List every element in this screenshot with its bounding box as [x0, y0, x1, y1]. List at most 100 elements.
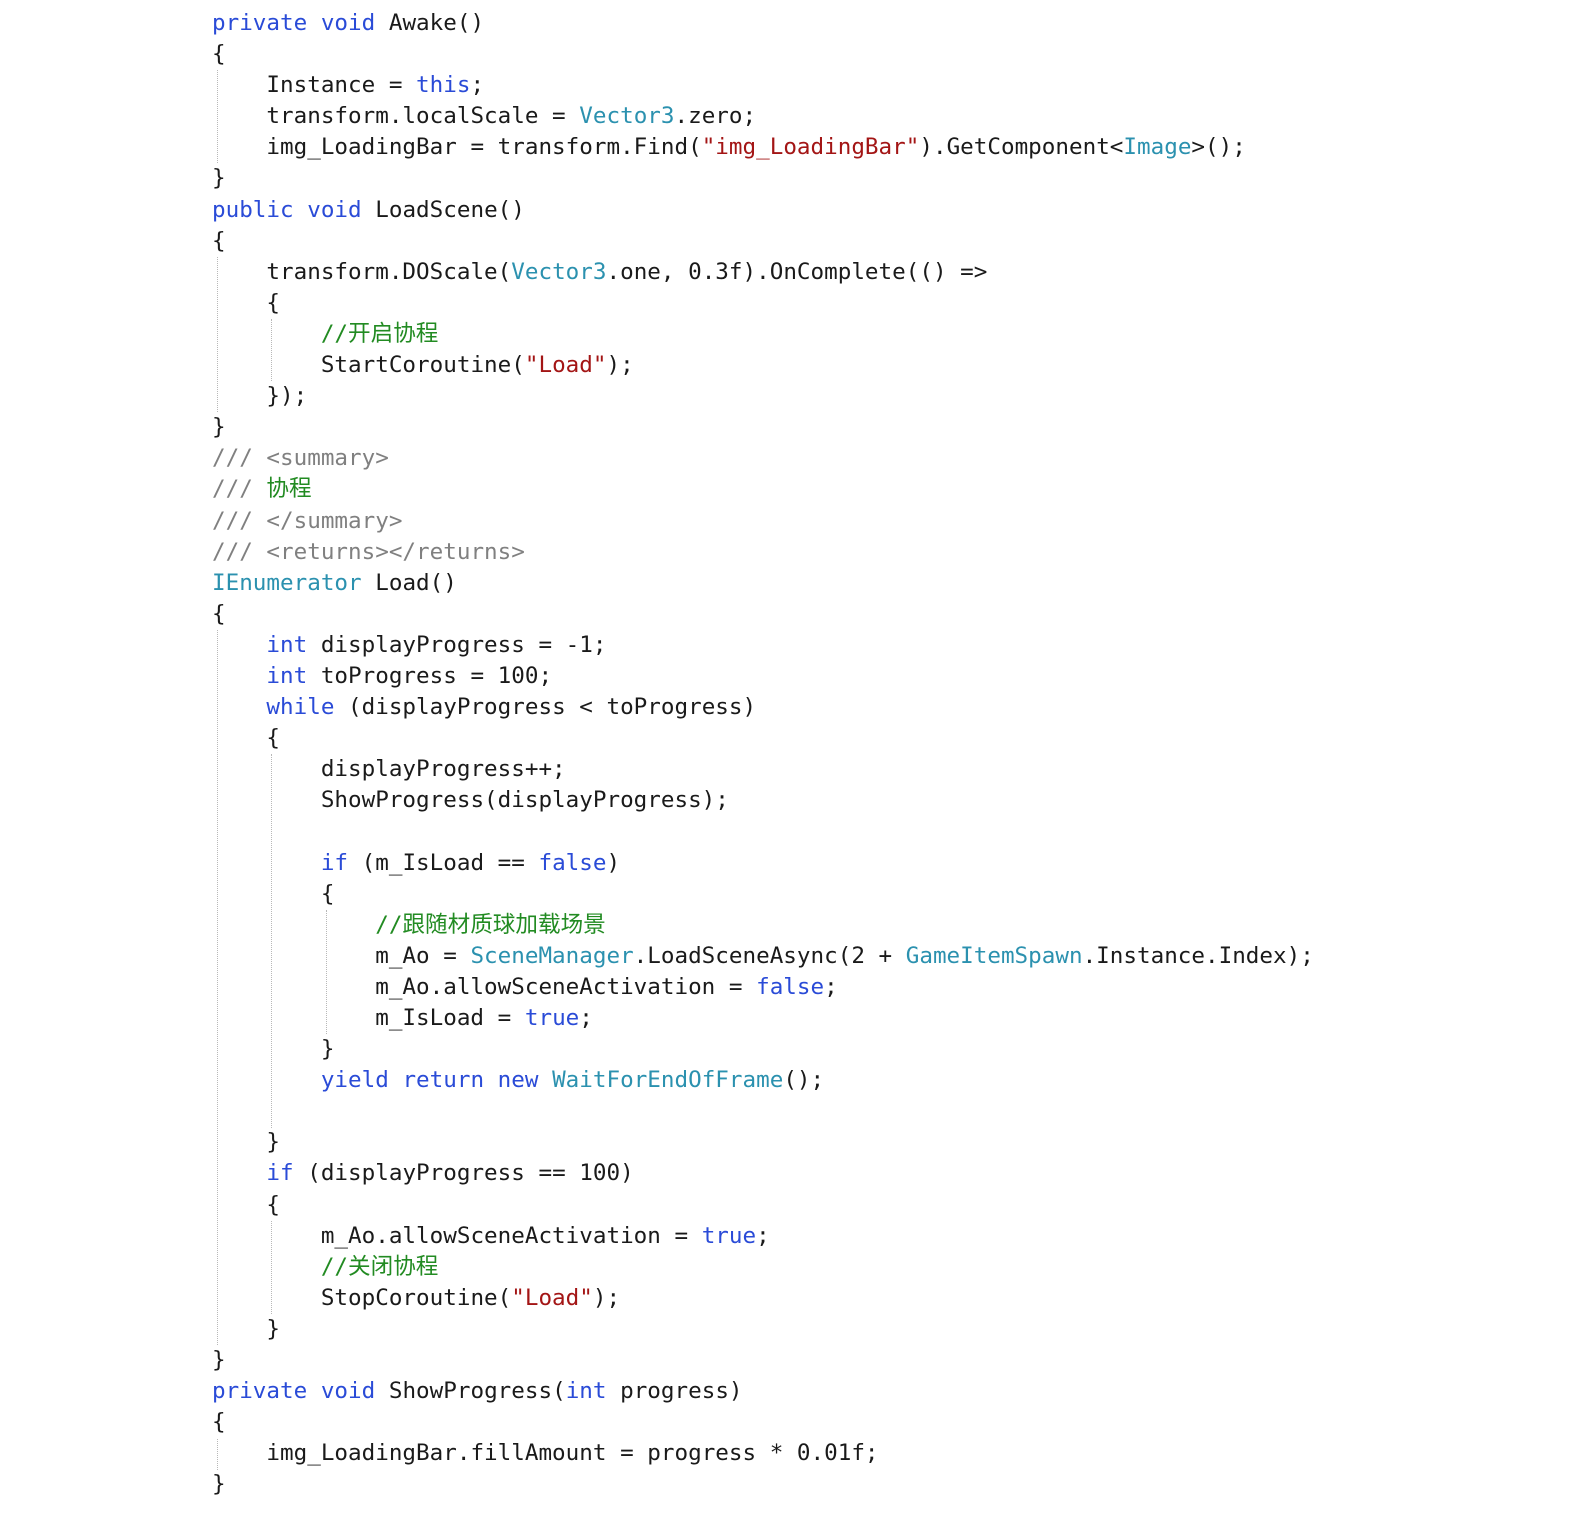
- code-text: m_Ao.allowSceneActivation =: [375, 973, 757, 1000]
- code-text: StopCoroutine(: [320, 1284, 512, 1311]
- keyword-token: if: [266, 1160, 294, 1187]
- code-line: while (displayProgress < toProgress): [212, 692, 1314, 723]
- keyword-token: this: [416, 72, 471, 99]
- code-text: Instance =: [266, 72, 417, 99]
- code-line: {: [212, 879, 1314, 910]
- code-text: LoadScene(): [361, 196, 525, 223]
- code-line: //开启协程: [212, 319, 1314, 350]
- code-text: }: [212, 1347, 226, 1374]
- code-line: /// <returns></returns>: [212, 537, 1314, 568]
- code-text: }: [212, 165, 226, 192]
- code-text: .LoadSceneAsync(2 +: [633, 942, 906, 969]
- code-text: transform.localScale =: [266, 103, 580, 130]
- code-text: ;: [579, 1005, 593, 1031]
- code-text: toProgress = 100;: [307, 662, 553, 689]
- code-line: private void Awake(): [212, 8, 1314, 39]
- code-line: {: [212, 288, 1314, 319]
- code-text: m_IsLoad =: [375, 1005, 525, 1031]
- code-text: ShowProgress(: [375, 1378, 566, 1405]
- code-text: {: [212, 41, 226, 68]
- comment-text: //开启协程: [320, 320, 439, 347]
- code-line: }: [212, 163, 1314, 194]
- code-line: ShowProgress(displayProgress);: [212, 785, 1314, 816]
- keyword-token: void: [307, 196, 362, 223]
- keyword-token: public: [212, 196, 308, 223]
- code-text: m_Ao =: [375, 942, 471, 969]
- comment-text: //跟随材质球加载场景: [375, 911, 606, 938]
- keyword-token: return: [402, 1067, 498, 1094]
- keyword-token: false: [756, 973, 825, 1000]
- keyword-token: if: [320, 849, 349, 876]
- code-text: m_Ao.allowSceneActivation =: [320, 1222, 702, 1249]
- code-text: ;: [824, 973, 838, 1000]
- code-line: img_LoadingBar = transform.Find("img_Loa…: [212, 132, 1314, 163]
- code-line: displayProgress++;: [212, 754, 1314, 785]
- code-line: {: [212, 1407, 1314, 1438]
- type-name-token: WaitForEndOfFrame: [552, 1067, 784, 1094]
- code-text: (displayProgress == 100): [293, 1160, 634, 1187]
- code-line: int toProgress = 100;: [212, 661, 1314, 692]
- code-line: StopCoroutine("Load");: [212, 1283, 1314, 1314]
- type-name-token: IEnumerator: [212, 569, 362, 596]
- code-text: }: [212, 414, 226, 441]
- code-text: Load(): [361, 569, 457, 596]
- code-text: ();: [783, 1067, 825, 1094]
- code-line: });: [212, 381, 1314, 412]
- code-line: if (m_IsLoad == false): [212, 848, 1314, 879]
- code-line: }: [212, 412, 1314, 443]
- code-line: //关闭协程: [212, 1252, 1314, 1283]
- keyword-token: void: [320, 10, 376, 36]
- keyword-token: true: [524, 1005, 580, 1031]
- keyword-token: int: [266, 662, 308, 689]
- code-line: img_LoadingBar.fillAmount = progress * 0…: [212, 1438, 1314, 1469]
- code-text: ShowProgress(displayProgress);: [320, 787, 729, 814]
- code-text: (m_IsLoad ==: [348, 849, 539, 876]
- code-text: ): [606, 849, 621, 876]
- code-text: {: [266, 1191, 281, 1218]
- code-line: m_Ao.allowSceneActivation = false;: [212, 972, 1314, 1003]
- code-text: );: [592, 1284, 621, 1311]
- code-line: private void ShowProgress(int progress): [212, 1376, 1314, 1407]
- code-text: .one, 0.3f).OnComplete(() =>: [606, 258, 988, 285]
- code-text: {: [212, 600, 226, 627]
- code-text: >();: [1191, 134, 1246, 161]
- code-text: }: [266, 1129, 281, 1156]
- code-line: transform.DOScale(Vector3.one, 0.3f).OnC…: [212, 257, 1314, 288]
- code-text: {: [320, 880, 335, 907]
- code-text: }: [212, 1471, 226, 1498]
- code-line: m_Ao = SceneManager.LoadSceneAsync(2 + G…: [212, 941, 1314, 972]
- code-line: int displayProgress = -1;: [212, 630, 1314, 661]
- code-text: displayProgress++;: [320, 756, 566, 783]
- keyword-token: yield: [320, 1067, 403, 1094]
- code-text: );: [606, 352, 634, 379]
- code-line: {: [212, 1190, 1314, 1221]
- code-text: {: [212, 227, 226, 254]
- code-line: {: [212, 599, 1314, 630]
- type-name-token: SceneManager: [470, 942, 634, 969]
- keyword-token: private: [212, 1378, 321, 1405]
- code-text: {: [212, 1409, 226, 1436]
- doc-comment-tag: /// </summary>: [212, 507, 403, 534]
- string-literal: "Load": [511, 1284, 593, 1311]
- code-line: }: [212, 1127, 1314, 1158]
- code-line: StartCoroutine("Load");: [212, 350, 1314, 381]
- keyword-token: new: [497, 1067, 553, 1094]
- code-text: }: [320, 1036, 335, 1063]
- code-line: /// <summary>: [212, 443, 1314, 474]
- code-text: (displayProgress < toProgress): [334, 694, 757, 721]
- code-line: public void LoadScene(): [212, 195, 1314, 226]
- comment-text: 协程: [266, 476, 312, 503]
- code-text: progress): [606, 1378, 743, 1405]
- code-editor[interactable]: private void Awake(){Instance = this; tra…: [0, 0, 1575, 1534]
- code-line: m_Ao.allowSceneActivation = true;: [212, 1221, 1314, 1252]
- code-line: {: [212, 723, 1314, 754]
- code-line: IEnumerator Load(): [212, 568, 1314, 599]
- code-text: .zero;: [674, 103, 757, 130]
- doc-comment-tag: /// <returns></returns>: [212, 538, 525, 565]
- code-line: }: [212, 1345, 1314, 1376]
- doc-comment-tag: ///: [212, 476, 267, 503]
- code-text: ;: [756, 1222, 770, 1249]
- code-text-area[interactable]: private void Awake(){Instance = this; tra…: [212, 8, 1314, 1501]
- code-line: {: [212, 39, 1314, 70]
- code-text: img_LoadingBar = transform.Find(: [266, 134, 702, 161]
